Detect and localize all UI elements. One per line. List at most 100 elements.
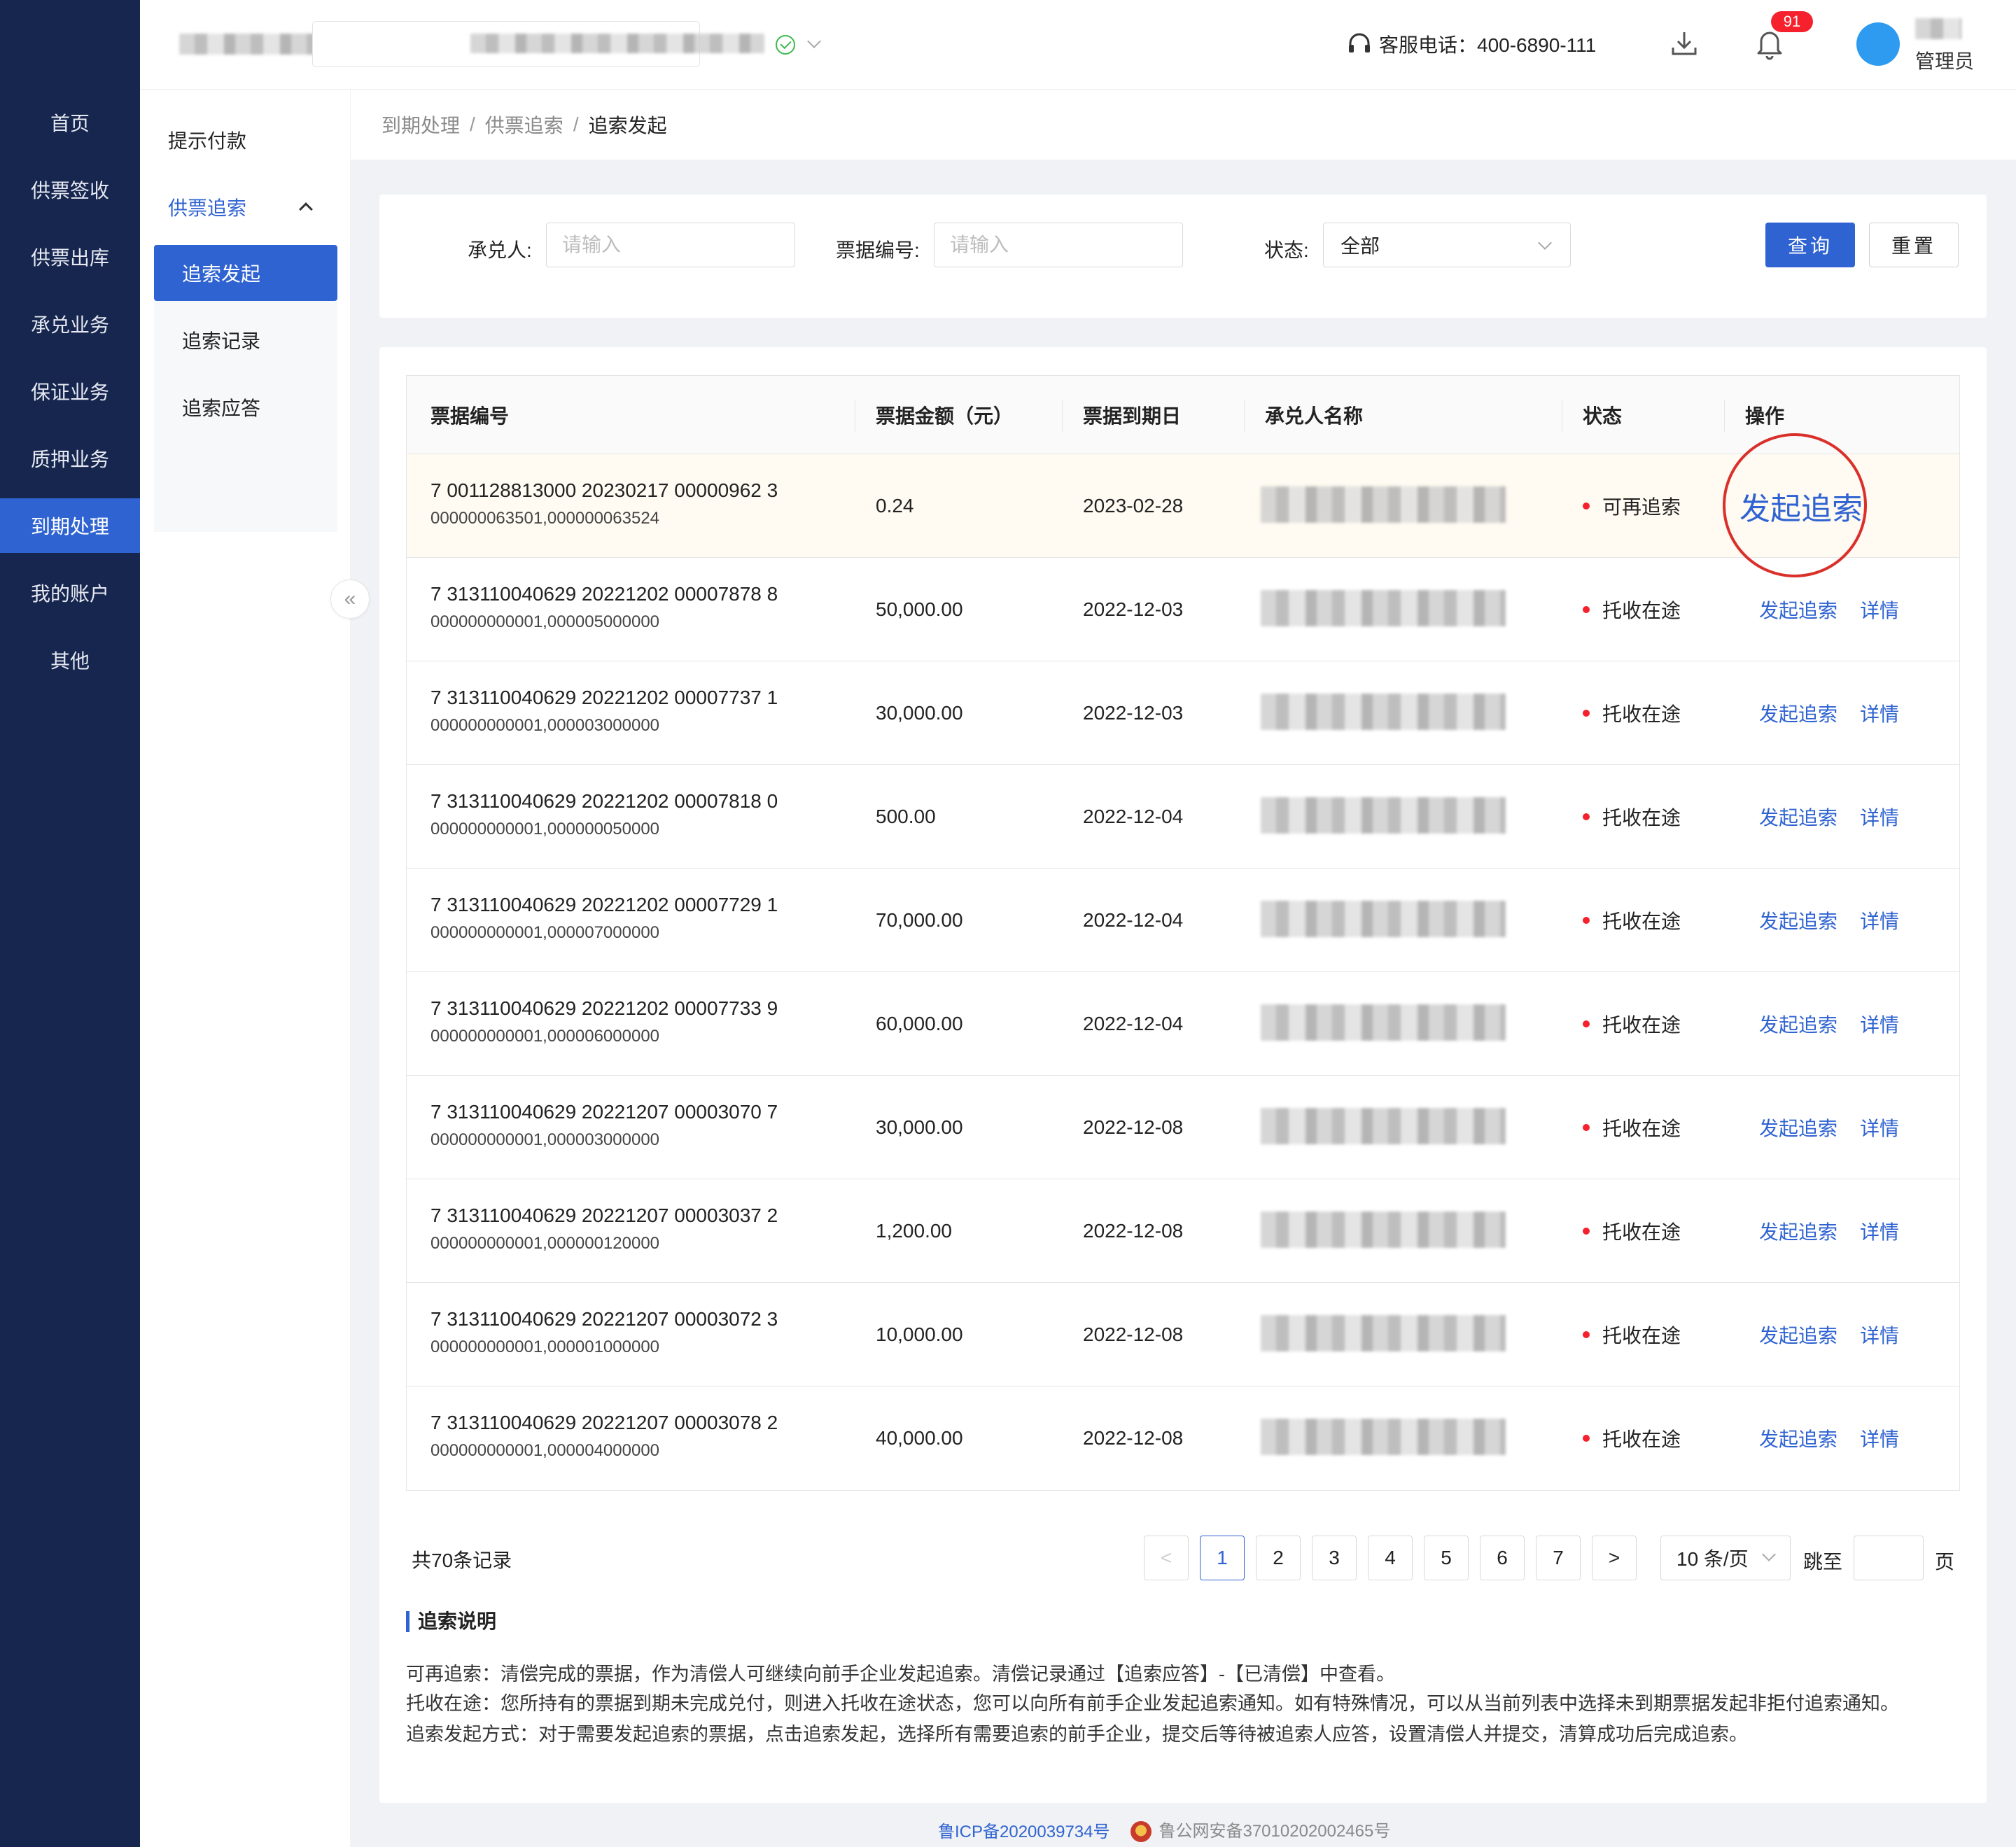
jump-page-input[interactable] xyxy=(1854,1536,1924,1580)
download-icon[interactable] xyxy=(1669,28,1700,59)
bill-sub-range: 000000000001,000000050000 xyxy=(430,820,660,838)
status-label: 状态: xyxy=(1264,239,1309,261)
status-dot xyxy=(1583,1435,1590,1442)
page-button[interactable]: 5 xyxy=(1424,1536,1469,1580)
nav-item-acceptance[interactable]: 承兑业务 xyxy=(0,297,140,351)
status-dot xyxy=(1583,606,1590,613)
table-row: 7 313110040629 20221202 00007818 0 00000… xyxy=(407,765,1959,869)
bill-amount: 30,000.00 xyxy=(876,702,963,724)
bill-sub-range: 000000063501,000000063524 xyxy=(430,509,660,528)
nav-item-pledge[interactable]: 质押业务 xyxy=(0,431,140,486)
table-row: 7 313110040629 20221202 00007729 1 00000… xyxy=(407,869,1959,972)
avatar[interactable] xyxy=(1856,22,1900,66)
bill-number: 7 313110040629 20221207 00003078 2 xyxy=(430,1412,778,1433)
page-button[interactable]: 2 xyxy=(1256,1536,1301,1580)
bill-sub-range: 000000000001,000003000000 xyxy=(430,716,660,735)
nav-item-home[interactable]: 首页 xyxy=(0,95,140,150)
icp-link[interactable]: 鲁ICP备2020039734号 xyxy=(938,1818,1110,1842)
police-record[interactable]: 鲁公网安备37010202002465号 xyxy=(1130,1817,1390,1843)
sub-nav-recourse-initiate[interactable]: 追索发起 xyxy=(154,245,337,301)
status-cell: 托收在途 xyxy=(1583,1283,1681,1386)
initiate-recourse-link[interactable]: 发起追索 xyxy=(1759,1386,1837,1490)
column-divider xyxy=(1244,400,1245,432)
bill-amount: 500.00 xyxy=(876,806,936,827)
headset-icon xyxy=(1349,33,1370,52)
footer: 鲁ICP备2020039734号 鲁公网安备37010202002465号 xyxy=(938,1816,1390,1844)
status-text: 托收在途 xyxy=(1602,911,1681,932)
initiate-recourse-link[interactable]: 发起追索 xyxy=(1759,765,1837,869)
detail-link[interactable]: 详情 xyxy=(1860,765,1899,869)
police-record-text: 鲁公网安备37010202002465号 xyxy=(1158,1821,1391,1841)
breadcrumb-item[interactable]: 到期处理 xyxy=(382,111,460,139)
detail-link[interactable]: 详情 xyxy=(1860,558,1899,661)
detail-link[interactable]: 详情 xyxy=(1860,1076,1899,1179)
acceptor-name-redacted xyxy=(1261,1004,1506,1041)
column-header: 状态 xyxy=(1583,405,1623,427)
reset-button[interactable]: 重置 xyxy=(1869,223,1959,267)
initiate-recourse-link[interactable]: 发起追索 xyxy=(1740,454,1863,558)
table-row: 7 313110040629 20221202 00007878 8 00000… xyxy=(407,558,1959,661)
query-button[interactable]: 查询 xyxy=(1765,223,1855,267)
nav-item-maturity[interactable]: 到期处理 xyxy=(0,498,140,553)
status-cell: 托收在途 xyxy=(1583,661,1681,765)
page-button[interactable]: 7 xyxy=(1536,1536,1581,1580)
bill-amount: 40,000.00 xyxy=(876,1427,963,1449)
detail-link[interactable]: 详情 xyxy=(1860,1179,1899,1283)
next-page-button[interactable]: > xyxy=(1592,1536,1637,1580)
note-line: 托收在途：您所持有的票据到期未完成兑付，则进入托收在途状态，您可以向所有前手企业… xyxy=(406,1693,1899,1714)
status-select[interactable]: 全部 xyxy=(1323,223,1571,267)
status-dot xyxy=(1583,1020,1590,1027)
initiate-recourse-link[interactable]: 发起追索 xyxy=(1759,661,1837,765)
nav-item-my-account[interactable]: 我的账户 xyxy=(0,566,140,620)
table-header: 票据编号 票据金额（元） 票据到期日 承兑人名称 状态 操作 xyxy=(407,376,1959,454)
breadcrumb-current: 追索发起 xyxy=(588,115,667,136)
bill-no-input[interactable] xyxy=(934,223,1183,267)
page-button[interactable]: 3 xyxy=(1312,1536,1357,1580)
detail-link[interactable]: 详情 xyxy=(1860,1283,1899,1386)
initiate-recourse-link[interactable]: 发起追索 xyxy=(1759,1283,1837,1386)
bill-amount: 10,000.00 xyxy=(876,1323,963,1345)
bill-sub-range: 000000000001,000000120000 xyxy=(430,1234,660,1253)
detail-link[interactable]: 详情 xyxy=(1860,869,1899,972)
nav-item-guarantee[interactable]: 保证业务 xyxy=(0,364,140,419)
due-date: 2022-12-08 xyxy=(1083,1220,1184,1242)
page-button[interactable]: 1 xyxy=(1200,1536,1245,1580)
page-button[interactable]: 6 xyxy=(1480,1536,1525,1580)
notification-badge: 91 xyxy=(1771,11,1813,32)
police-badge-icon xyxy=(1130,1821,1152,1843)
hotline-text: 客服电话：400-6890-111 xyxy=(1379,34,1597,56)
bill-number: 7 001128813000 20230217 00000962 3 xyxy=(430,479,778,501)
collapse-sidebar-button[interactable]: « xyxy=(330,580,370,619)
breadcrumb-item[interactable]: 供票追索 xyxy=(485,111,564,139)
detail-link[interactable]: 详情 xyxy=(1860,661,1899,765)
table-row: 7 313110040629 20221207 00003078 2 00000… xyxy=(407,1386,1959,1490)
table-row: 7 313110040629 20221207 00003037 2 00000… xyxy=(407,1179,1959,1283)
sub-nav-prompt-payment[interactable]: 提示付款 xyxy=(140,112,350,168)
initiate-recourse-link[interactable]: 发起追索 xyxy=(1759,869,1837,972)
bill-number: 7 313110040629 20221202 00007818 0 xyxy=(430,790,778,812)
nav-item-bill-outbound[interactable]: 供票出库 xyxy=(0,230,140,284)
nav-item-other[interactable]: 其他 xyxy=(0,633,140,687)
acceptor-name-redacted xyxy=(1261,901,1506,937)
detail-link[interactable]: 详情 xyxy=(1860,1386,1899,1490)
initiate-recourse-link[interactable]: 发起追索 xyxy=(1759,1076,1837,1179)
status-dot xyxy=(1583,503,1590,510)
sub-nav-group-recourse[interactable]: 供票追索 xyxy=(140,179,350,235)
initiate-recourse-link[interactable]: 发起追索 xyxy=(1759,1179,1837,1283)
acceptor-input[interactable] xyxy=(546,223,795,267)
initiate-recourse-link[interactable]: 发起追索 xyxy=(1759,972,1837,1076)
column-header: 票据编号 xyxy=(430,405,510,427)
due-date: 2022-12-03 xyxy=(1083,598,1184,620)
prev-page-button[interactable]: < xyxy=(1144,1536,1189,1580)
bill-number: 7 313110040629 20221202 00007733 9 xyxy=(430,997,778,1019)
status-cell: 托收在途 xyxy=(1583,972,1681,1076)
detail-link[interactable]: 详情 xyxy=(1860,972,1899,1076)
sub-nav-recourse-response[interactable]: 追索应答 xyxy=(154,379,337,435)
initiate-recourse-link[interactable]: 发起追索 xyxy=(1759,558,1837,661)
sub-nav-recourse-records[interactable]: 追索记录 xyxy=(154,312,337,368)
bill-sub-range: 000000000001,000004000000 xyxy=(430,1441,660,1460)
bill-sub-range: 000000000001,000001000000 xyxy=(430,1337,660,1356)
status-cell: 托收在途 xyxy=(1583,1179,1681,1283)
page-button[interactable]: 4 xyxy=(1368,1536,1413,1580)
nav-item-bill-receipt[interactable]: 供票签收 xyxy=(0,162,140,217)
